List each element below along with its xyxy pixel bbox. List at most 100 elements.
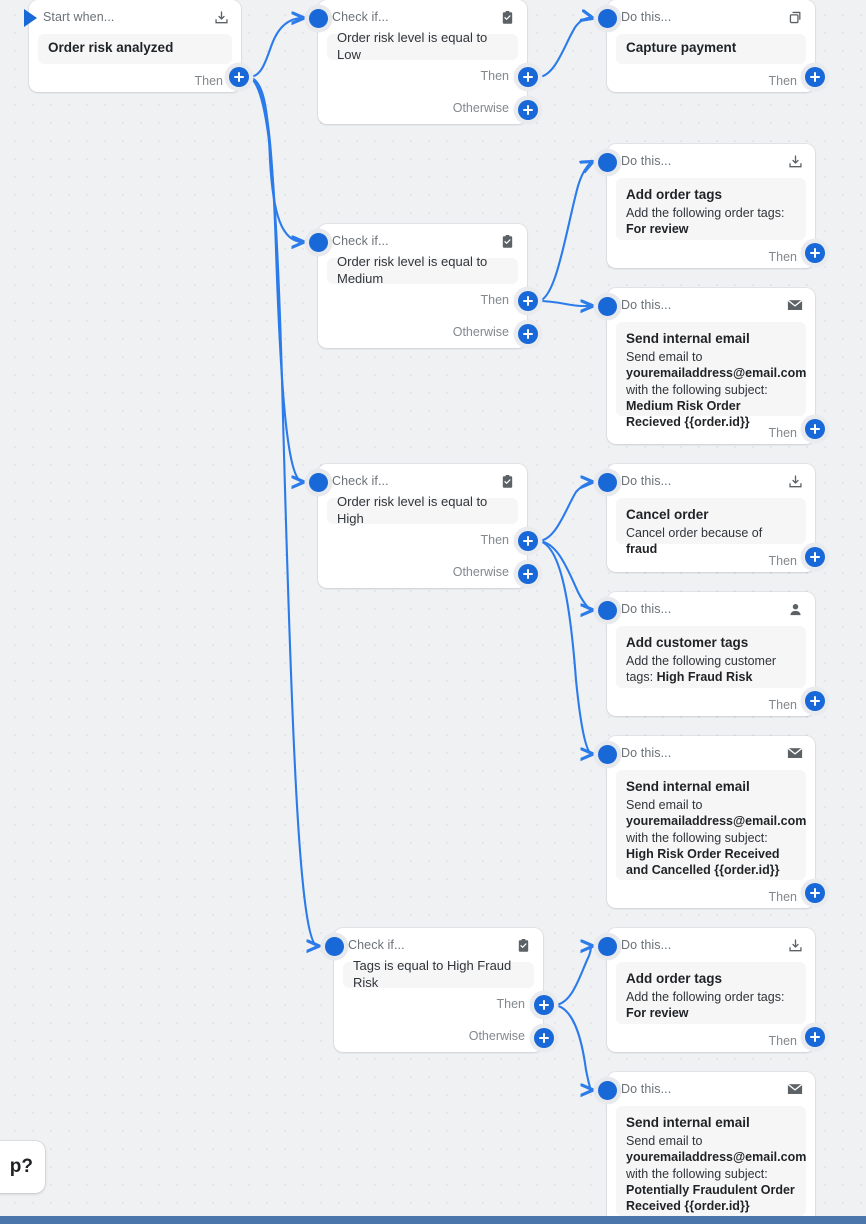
check-tags-then-row: Then bbox=[334, 988, 543, 1020]
check-tags-card[interactable]: Check if... Tags is equal to High Fraud … bbox=[334, 928, 543, 1052]
check-low-otherwise-row: Otherwise bbox=[318, 92, 527, 124]
add-customer-tags-detail: Add the following customer tags: High Fr… bbox=[626, 653, 796, 686]
send-email-medium-header: Do this... bbox=[607, 288, 815, 322]
add-customer-tags-input-node[interactable] bbox=[598, 601, 617, 620]
detail-value: High Fraud Risk bbox=[656, 670, 753, 685]
check-medium-body: Order risk level is equal to Medium bbox=[327, 254, 518, 286]
add-order-tags-fraud-head-label: Do this... bbox=[621, 937, 672, 952]
workflow-canvas[interactable]: Start when... Order risk analyzed Then C… bbox=[0, 0, 866, 1224]
email-subject: High Risk Order Received and Cancelled {… bbox=[626, 846, 780, 878]
order-tag-icon bbox=[786, 936, 804, 954]
trigger-card[interactable]: Start when... Order risk analyzed Then bbox=[29, 0, 241, 92]
send-email-medium-card[interactable]: Do this... Send internal email Send emai… bbox=[607, 288, 815, 444]
trigger-head-label: Start when... bbox=[43, 9, 115, 24]
add-order-tags-medium-then-row: Then bbox=[607, 240, 815, 274]
add-order-tags-fraud-title: Add order tags bbox=[626, 971, 723, 986]
check-tags-then-add-button[interactable] bbox=[534, 995, 554, 1015]
clipboard-check-icon bbox=[498, 232, 516, 250]
email-line1: Send email to bbox=[626, 798, 703, 813]
check-high-input-node[interactable] bbox=[309, 473, 328, 492]
add-order-tags-medium-card[interactable]: Do this... Add order tags Add the follow… bbox=[607, 144, 815, 268]
check-high-head-label: Check if... bbox=[332, 473, 389, 488]
check-medium-card[interactable]: Check if... Order risk level is equal to… bbox=[318, 224, 527, 348]
check-medium-otherwise-add-button[interactable] bbox=[518, 324, 538, 344]
check-low-otherwise-add-button[interactable] bbox=[518, 100, 538, 120]
check-low-card[interactable]: Check if... Order risk level is equal to… bbox=[318, 0, 527, 124]
check-high-then-row: Then bbox=[318, 524, 527, 556]
check-high-condition: Order risk level is equal to High bbox=[337, 493, 488, 526]
check-tags-otherwise-row: Otherwise bbox=[334, 1020, 543, 1052]
check-high-then-label: Then bbox=[480, 532, 510, 547]
add-customer-tags-title: Add customer tags bbox=[626, 635, 749, 650]
check-high-body: Order risk level is equal to High bbox=[327, 494, 518, 526]
check-low-input-node[interactable] bbox=[309, 9, 328, 28]
check-high-card[interactable]: Check if... Order risk level is equal to… bbox=[318, 464, 527, 588]
add-order-tags-medium-title: Add order tags bbox=[626, 187, 723, 202]
add-order-tags-fraud-body: Add order tags Add the following order t… bbox=[616, 962, 806, 1024]
send-email-fraud-input-node[interactable] bbox=[598, 1081, 617, 1100]
check-tags-condition: Tags is equal to High Fraud Risk bbox=[353, 957, 512, 990]
add-order-tags-fraud-then-add-button[interactable] bbox=[805, 1027, 825, 1047]
add-order-tags-fraud-detail: Add the following order tags: For review bbox=[626, 989, 796, 1022]
email-address: youremailaddress@email.com bbox=[626, 366, 807, 381]
capture-payment-title: Capture payment bbox=[626, 40, 737, 56]
send-email-high-body: Send internal email Send email to yourem… bbox=[616, 770, 806, 880]
cancel-order-then-add-button[interactable] bbox=[805, 547, 825, 567]
email-line2: with the following subject: bbox=[626, 830, 768, 845]
send-email-fraud-head-label: Do this... bbox=[621, 1081, 672, 1096]
cancel-order-then-label: Then bbox=[768, 553, 798, 568]
add-customer-tags-then-row: Then bbox=[607, 688, 815, 722]
cancel-order-body: Cancel order Cancel order because of fra… bbox=[616, 498, 806, 556]
cancel-order-input-node[interactable] bbox=[598, 473, 617, 492]
help-widget[interactable]: p? bbox=[0, 1141, 45, 1193]
check-medium-head-label: Check if... bbox=[332, 233, 389, 248]
send-email-medium-input-node[interactable] bbox=[598, 297, 617, 316]
check-tags-input-node[interactable] bbox=[325, 937, 344, 956]
send-email-high-card[interactable]: Do this... Send internal email Send emai… bbox=[607, 736, 815, 908]
email-address: youremailaddress@email.com bbox=[626, 814, 807, 829]
start-triangle-icon bbox=[24, 9, 37, 27]
send-email-fraud-detail: Send email to youremailaddress@email.com… bbox=[626, 1133, 806, 1214]
detail-prefix: Add the following order tags: bbox=[626, 206, 785, 221]
send-email-medium-then-add-button[interactable] bbox=[805, 419, 825, 439]
capture-payment-then-add-button[interactable] bbox=[805, 67, 825, 87]
check-tags-otherwise-add-button[interactable] bbox=[534, 1028, 554, 1048]
check-medium-input-node[interactable] bbox=[309, 233, 328, 252]
check-high-otherwise-add-button[interactable] bbox=[518, 564, 538, 584]
add-order-tags-fraud-card[interactable]: Do this... Add order tags Add the follow… bbox=[607, 928, 815, 1052]
email-subject: Medium Risk Order Recieved {{order.id}} bbox=[626, 398, 750, 430]
cancel-order-head-label: Do this... bbox=[621, 473, 672, 488]
check-tags-then-label: Then bbox=[496, 996, 526, 1011]
cancel-order-card[interactable]: Do this... Cancel order Cancel order bec… bbox=[607, 464, 815, 572]
send-email-fraud-card[interactable]: Do this... Send internal email Send emai… bbox=[607, 1072, 815, 1224]
trigger-then-add-button[interactable] bbox=[229, 67, 249, 87]
trigger-card-body: Order risk analyzed bbox=[38, 34, 232, 64]
check-medium-then-add-button[interactable] bbox=[518, 291, 538, 311]
add-order-tags-medium-input-node[interactable] bbox=[598, 153, 617, 172]
check-tags-head-label: Check if... bbox=[348, 937, 405, 952]
add-customer-tags-card[interactable]: Do this... Add customer tags Add the fol… bbox=[607, 592, 815, 716]
check-low-then-label: Then bbox=[480, 68, 510, 83]
send-email-high-input-node[interactable] bbox=[598, 745, 617, 764]
check-low-head-label: Check if... bbox=[332, 9, 389, 24]
detail-prefix: Add the following order tags: bbox=[626, 990, 785, 1005]
capture-payment-body: Capture payment bbox=[616, 34, 806, 64]
send-email-fraud-title: Send internal email bbox=[626, 1115, 750, 1130]
check-high-otherwise-label: Otherwise bbox=[452, 564, 509, 579]
send-email-high-title: Send internal email bbox=[626, 779, 750, 794]
add-order-tags-medium-then-add-button[interactable] bbox=[805, 243, 825, 263]
add-order-tags-fraud-input-node[interactable] bbox=[598, 937, 617, 956]
check-high-then-add-button[interactable] bbox=[518, 531, 538, 551]
order-tag-icon bbox=[786, 152, 804, 170]
send-email-high-then-row: Then bbox=[607, 880, 815, 914]
send-email-high-then-add-button[interactable] bbox=[805, 883, 825, 903]
check-medium-otherwise-label: Otherwise bbox=[452, 324, 509, 339]
email-subject: Potentially Fraudulent Order Received {{… bbox=[626, 1182, 795, 1214]
send-email-medium-then-label: Then bbox=[768, 425, 798, 440]
send-email-high-header: Do this... bbox=[607, 736, 815, 770]
capture-payment-card[interactable]: Do this... Capture payment Then bbox=[607, 0, 815, 92]
capture-payment-input-node[interactable] bbox=[598, 9, 617, 28]
check-low-then-add-button[interactable] bbox=[518, 67, 538, 87]
add-customer-tags-header: Do this... bbox=[607, 592, 815, 626]
add-customer-tags-then-add-button[interactable] bbox=[805, 691, 825, 711]
